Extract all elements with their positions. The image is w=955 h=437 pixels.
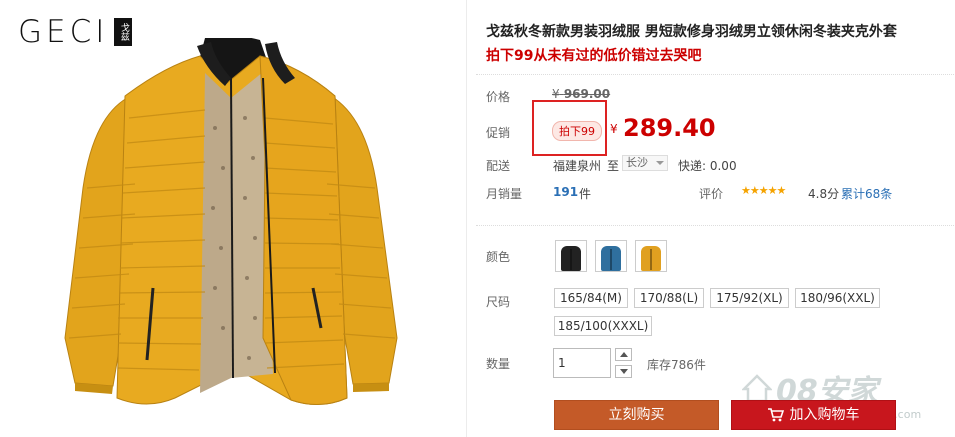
size-option-l[interactable]: 170/88(L) <box>634 288 704 308</box>
cart-icon <box>767 408 784 422</box>
promo-label: 促销 <box>486 126 511 140</box>
quantity-increase-button[interactable] <box>615 348 632 361</box>
review-count-link[interactable]: 累计68条 <box>841 185 892 202</box>
promo-tag: 拍下99 <box>552 121 602 141</box>
color-swatch-blue[interactable] <box>595 240 627 272</box>
chevron-up-icon <box>619 352 628 357</box>
star-rating-icon: ★★★★★ <box>741 184 786 197</box>
yellow-jacket-icon <box>641 246 661 271</box>
chevron-down-icon <box>619 369 628 374</box>
express-fee: 快递: 0.00 <box>678 159 737 173</box>
size-label: 尺码 <box>486 295 511 309</box>
add-to-cart-label: 加入购物车 <box>789 407 860 423</box>
rating-label: 评价 <box>699 187 724 201</box>
quantity-label: 数量 <box>486 357 511 371</box>
monthly-sales-unit: 件 <box>579 187 592 201</box>
monthly-sales-count: 191 <box>553 185 579 199</box>
product-image <box>64 38 398 405</box>
quantity-decrease-button[interactable] <box>615 365 632 378</box>
monthly-sales-label: 月销量 <box>486 187 523 201</box>
add-to-cart-button[interactable]: 加入购物车 <box>731 400 896 430</box>
chevron-down-icon <box>656 161 664 165</box>
color-label: 颜色 <box>486 250 511 264</box>
house-icon <box>742 374 772 403</box>
size-option-xl[interactable]: 175/92(XL) <box>710 288 789 308</box>
promo-price: 289.40 <box>623 114 716 142</box>
shipping-from: 福建泉州 <box>553 159 602 173</box>
rating-score: 4.8分 <box>808 187 840 201</box>
color-swatch-black[interactable] <box>555 240 587 272</box>
buy-now-button[interactable]: 立刻购买 <box>554 400 719 430</box>
product-image-panel: GECI 戈兹 <box>0 0 467 437</box>
size-option-xxxl[interactable]: 185/100(XXXL) <box>554 316 652 336</box>
destination-select[interactable]: 长沙 <box>622 155 668 171</box>
color-swatch-yellow[interactable] <box>635 240 667 272</box>
shipping-to-word: 至 <box>607 159 620 173</box>
blue-jacket-icon <box>601 246 621 271</box>
shipping-label: 配送 <box>486 159 511 173</box>
size-option-m[interactable]: 165/84(M) <box>554 288 628 308</box>
stock-count: 库存786件 <box>647 358 706 372</box>
original-price: ¥ 969.00 <box>552 87 611 101</box>
product-subtitle: 拍下99从未有过的低价错过去哭吧 <box>486 48 702 64</box>
quantity-input[interactable] <box>553 348 611 378</box>
price-currency: ¥ <box>610 122 618 136</box>
size-option-xxl[interactable]: 180/96(XXL) <box>795 288 880 308</box>
destination-value: 长沙 <box>626 156 648 169</box>
black-jacket-icon <box>561 246 581 271</box>
price-label: 价格 <box>486 90 511 104</box>
product-title: 戈兹秋冬新款男装羽绒服 男短款修身羽绒男立领休闲冬装夹克外套 <box>486 24 897 40</box>
